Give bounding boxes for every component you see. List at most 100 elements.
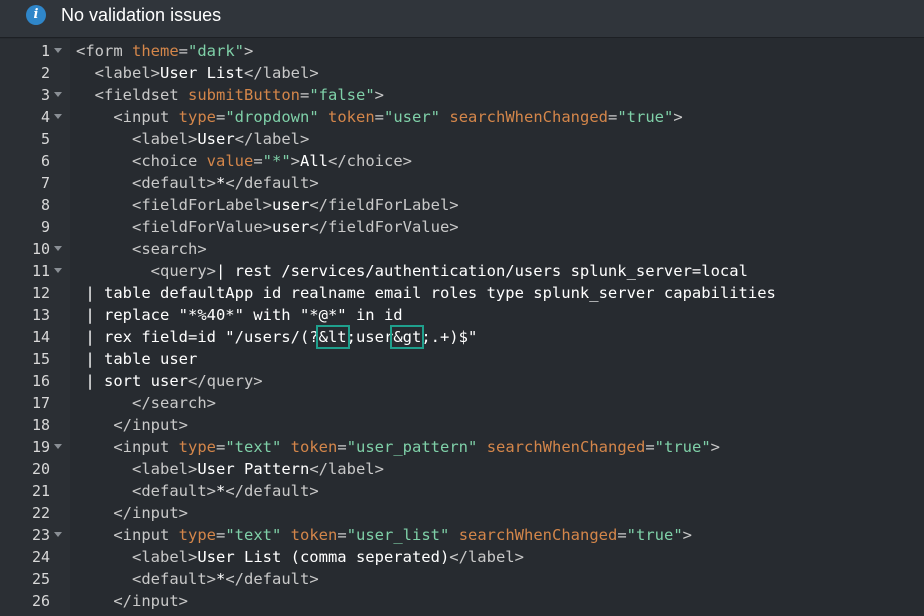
code-line[interactable]: 3 <fieldset submitButton="false">: [0, 84, 924, 106]
line-number: 5: [40, 130, 50, 148]
code-token: | rest /services/authentication/users sp…: [215, 262, 748, 280]
code-token: =: [215, 526, 226, 544]
code-token: </label>: [234, 130, 310, 148]
code-token: >: [710, 438, 721, 456]
code-token: <fieldForLabel>: [132, 196, 272, 214]
line-number: 25: [31, 570, 50, 588]
code-line[interactable]: 7 <default>*</default>: [0, 172, 924, 194]
code-text: <input type="dropdown" token="user" sear…: [76, 106, 682, 128]
code-token: ;.+)$": [421, 328, 478, 346]
code-line[interactable]: 2 <label>User List</label>: [0, 62, 924, 84]
code-line[interactable]: 19 <input type="text" token="user_patter…: [0, 436, 924, 458]
code-token: type: [178, 108, 216, 126]
code-line[interactable]: 21 <default>*</default>: [0, 480, 924, 502]
code-text: <fieldset submitButton="false">: [76, 84, 384, 106]
line-number: 1: [40, 42, 50, 60]
code-line[interactable]: 8 <fieldForLabel>user</fieldForLabel>: [0, 194, 924, 216]
code-text: <search>: [76, 238, 207, 260]
code-token: <query>: [150, 262, 216, 280]
code-token: searchWhenChanged: [486, 438, 646, 456]
code-token: searchWhenChanged: [449, 108, 608, 126]
fold-arrow-icon[interactable]: [54, 532, 62, 537]
code-token: <input: [113, 526, 179, 544]
code-text: <fieldForLabel>user</fieldForLabel>: [76, 194, 459, 216]
code-line[interactable]: 24 <label>User List (comma seperated)</l…: [0, 546, 924, 568]
code-token: "true": [626, 526, 683, 544]
code-line[interactable]: 17 </search>: [0, 392, 924, 414]
code-line[interactable]: 18 </input>: [0, 414, 924, 436]
fold-arrow-icon[interactable]: [54, 268, 62, 273]
code-line[interactable]: 23 <input type="text" token="user_list" …: [0, 524, 924, 546]
code-text: </search>: [76, 392, 216, 414]
code-token: "text": [225, 526, 282, 544]
code-token: "true": [617, 108, 674, 126]
code-line[interactable]: 6 <choice value="*">All</choice>: [0, 150, 924, 172]
line-number: 6: [40, 152, 50, 170]
code-line[interactable]: 10 <search>: [0, 238, 924, 260]
code-line[interactable]: 15 | table user: [0, 348, 924, 370]
line-number: 15: [31, 350, 50, 368]
fold-arrow-icon[interactable]: [54, 48, 62, 53]
code-text: <default>*</default>: [76, 568, 319, 590]
code-token: </default>: [225, 482, 319, 500]
code-token: </default>: [225, 570, 319, 588]
highlighted-entity: &gt: [390, 325, 425, 349]
code-editor[interactable]: 1 <form theme="dark"> 2 <label>User List</…: [0, 39, 924, 616]
line-number: 13: [31, 306, 50, 324]
code-token: searchWhenChanged: [458, 526, 618, 544]
code-token: =: [337, 526, 347, 544]
code-line[interactable]: 14 | rex field=id "/users/(?&lt;user&gt;…: [0, 325, 924, 349]
fold-arrow-icon[interactable]: [54, 246, 62, 251]
code-line[interactable]: 22 </input>: [0, 502, 924, 524]
code-line[interactable]: 12 | table defaultApp id realname email …: [0, 282, 924, 304]
code-line[interactable]: 5 <label>User</label>: [0, 128, 924, 150]
code-token: <label>: [94, 64, 160, 82]
code-text: <input type="text" token="user_list" sea…: [76, 524, 692, 546]
code-token: <input: [113, 108, 179, 126]
code-token: user: [271, 218, 310, 236]
fold-arrow-icon[interactable]: [54, 444, 62, 449]
code-token: *: [216, 174, 226, 192]
line-number: 22: [31, 504, 50, 522]
code-line[interactable]: 26 </input>: [0, 590, 924, 612]
code-token: | replace "*%40*" with "*@*" in id: [76, 306, 403, 324]
code-token: type: [178, 438, 216, 456]
code-text: <default>*</default>: [76, 172, 319, 194]
code-text: <form theme="dark">: [76, 40, 253, 62]
code-line[interactable]: 9 <fieldForValue>user</fieldForValue>: [0, 216, 924, 238]
code-line[interactable]: 13 | replace "*%40*" with "*@*" in id: [0, 304, 924, 326]
code-text: <choice value="*">All</choice>: [76, 150, 412, 172]
line-number: 12: [31, 284, 50, 302]
code-token: </default>: [225, 174, 319, 192]
info-icon: i: [26, 5, 46, 25]
code-line[interactable]: 11 <query>| rest /services/authenticatio…: [0, 260, 924, 282]
code-token: <choice: [132, 152, 207, 170]
fold-arrow-icon[interactable]: [54, 92, 62, 97]
code-line[interactable]: 1 <form theme="dark">: [0, 40, 924, 62]
code-line[interactable]: 4 <input type="dropdown" token="user" se…: [0, 106, 924, 128]
code-token: =: [178, 42, 189, 60]
code-line[interactable]: 20 <label>User Pattern</label>: [0, 458, 924, 480]
code-text: </input>: [76, 414, 188, 436]
code-line[interactable]: 16 | sort user</query>: [0, 370, 924, 392]
line-number: 23: [31, 526, 50, 544]
code-line[interactable]: 25 <default>*</default>: [0, 568, 924, 590]
code-token: theme: [132, 42, 179, 60]
code-token: "dark": [188, 42, 245, 60]
code-token: </input>: [113, 592, 188, 610]
code-token: <label>: [132, 130, 198, 148]
fold-arrow-icon[interactable]: [54, 114, 62, 119]
